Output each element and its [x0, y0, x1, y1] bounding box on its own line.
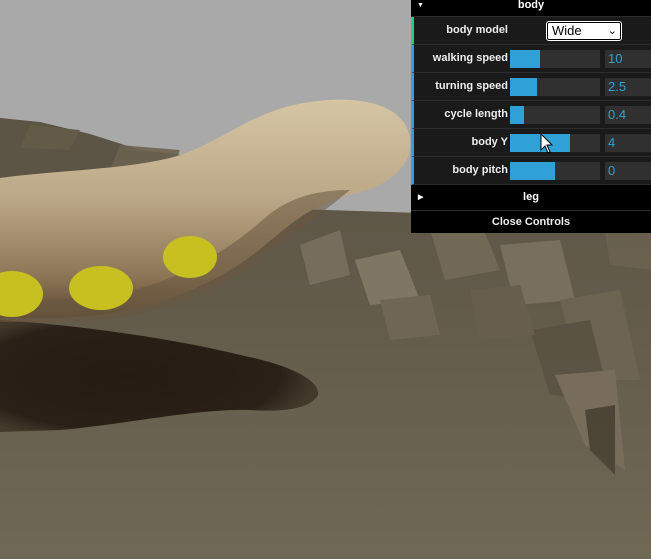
walking-speed-label: walking speed	[432, 52, 508, 64]
foot	[163, 236, 217, 278]
walking-speed-input[interactable]: 10	[605, 50, 651, 68]
body-y-label: body Y	[471, 136, 508, 148]
body-folder-title[interactable]: ▼ body	[411, 0, 651, 17]
body-model-label: body model	[446, 24, 508, 36]
control-panel: ▼ body body model Wide ⌄ walking speed 1…	[411, 0, 651, 233]
body-y-slider[interactable]	[510, 134, 600, 152]
body-y-input[interactable]: 4	[605, 134, 651, 152]
body-pitch-slider[interactable]	[510, 162, 600, 180]
leg-folder-label: leg	[523, 191, 539, 203]
expanded-triangle-icon: ▼	[417, 2, 424, 9]
turning-speed-row: turning speed 2.5	[411, 73, 651, 101]
body-pitch-label: body pitch	[452, 164, 508, 176]
body-folder-label: body	[517, 0, 545, 11]
body-model-row: body model Wide ⌄	[411, 17, 651, 45]
walking-speed-slider[interactable]	[510, 50, 600, 68]
slider-fill	[510, 106, 524, 124]
leg-folder-title[interactable]: ▶ leg	[411, 185, 651, 210]
cycle-length-slider[interactable]	[510, 106, 600, 124]
cycle-length-input[interactable]: 0.4	[605, 106, 651, 124]
cycle-length-row: cycle length 0.4	[411, 101, 651, 129]
mouse-pointer-icon	[540, 133, 554, 154]
foot	[69, 266, 133, 310]
chevron-down-icon: ⌄	[607, 25, 617, 37]
body-pitch-row: body pitch 0	[411, 157, 651, 185]
body-pitch-input[interactable]: 0	[605, 162, 651, 180]
slider-fill	[510, 78, 537, 96]
close-controls-button[interactable]: Close Controls	[411, 210, 651, 233]
turning-speed-slider[interactable]	[510, 78, 600, 96]
body-model-value: Wide	[552, 23, 582, 38]
body-model-select[interactable]: Wide ⌄	[546, 21, 622, 41]
collapsed-triangle-icon: ▶	[418, 194, 424, 201]
turning-speed-label: turning speed	[435, 80, 508, 92]
body-y-row: body Y 4	[411, 129, 651, 157]
slider-fill	[510, 50, 540, 68]
walking-speed-row: walking speed 10	[411, 45, 651, 73]
cycle-length-label: cycle length	[444, 108, 508, 120]
slider-fill	[510, 162, 555, 180]
turning-speed-input[interactable]: 2.5	[605, 78, 651, 96]
